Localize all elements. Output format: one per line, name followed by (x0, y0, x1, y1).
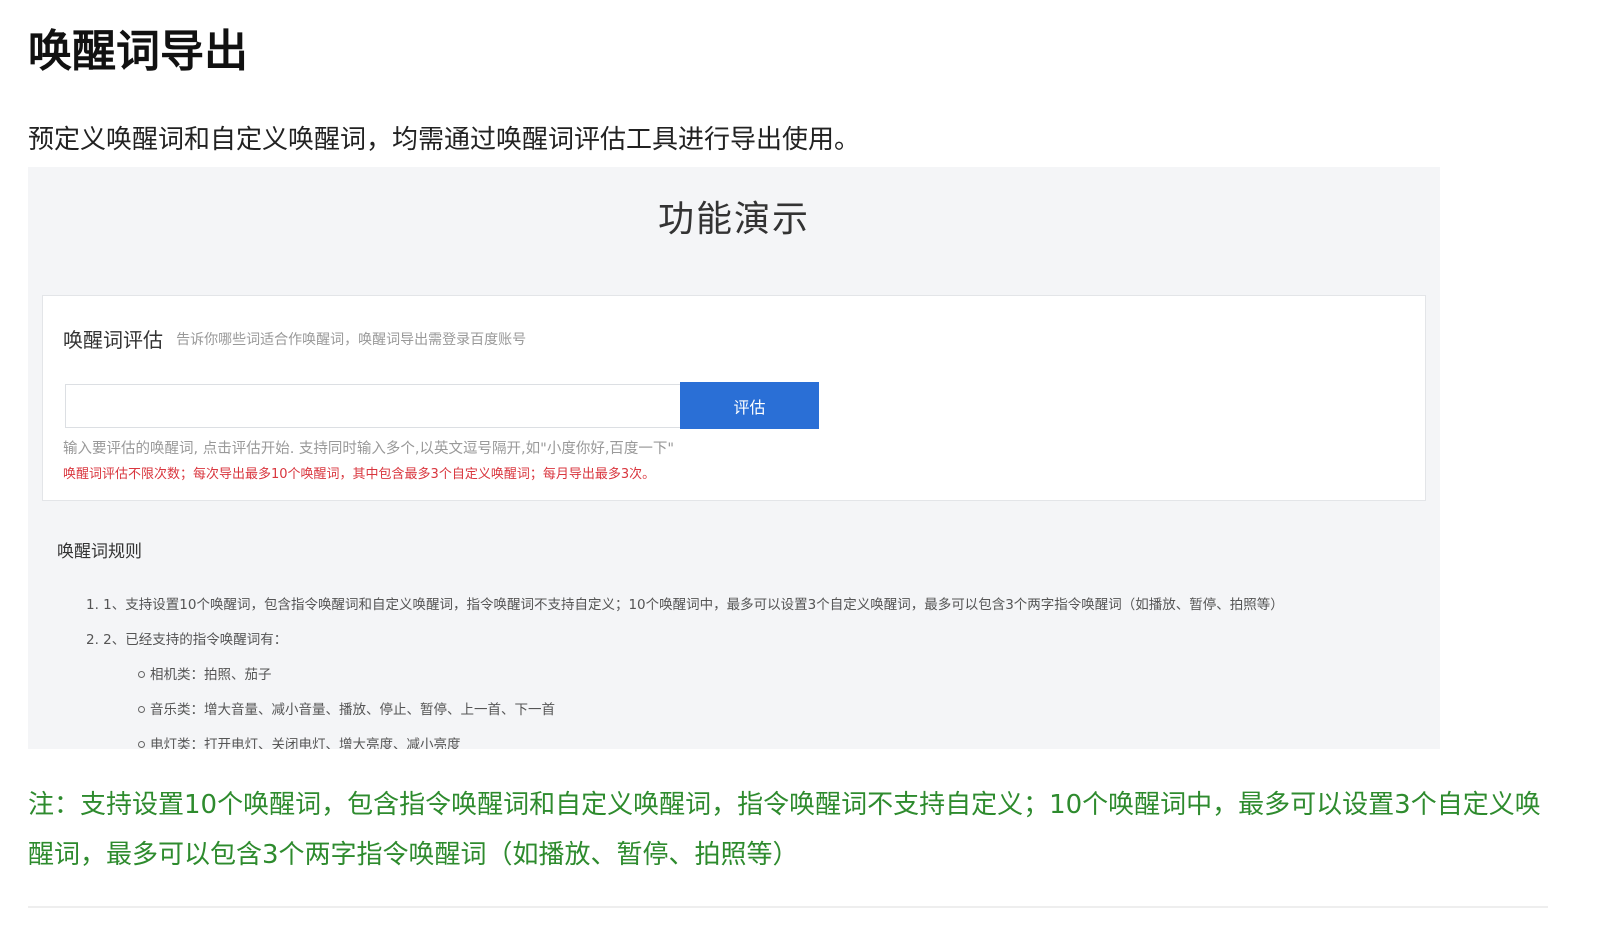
rule-subitem-text: 音乐类：增大音量、减小音量、播放、停止、暂停、上一首、下一首 (150, 702, 555, 718)
demo-title: 功能演示 (657, 199, 810, 240)
circle-bullet-icon (138, 740, 145, 748)
rule-subitem-text: 电灯类：打开电灯、关闭电灯、增大亮度、减小亮度 (150, 737, 461, 749)
circle-bullet-icon (138, 705, 145, 713)
page-title: 唤醒词导出 (28, 26, 248, 77)
rule-item: 2. 2、已经支持的指令唤醒词有： (86, 632, 288, 648)
card-subtitle: 告诉你哪些词适合作唤醒词，唤醒词导出需登录百度账号 (176, 331, 527, 348)
rule-subitem: 相机类：拍照、茄子 (86, 665, 1284, 700)
rules-list: 1. 1、支持设置10个唤醒词，包含指令唤醒词和自定义唤醒词，指令唤醒词不支持自… (86, 595, 1284, 749)
wakeword-input[interactable] (65, 384, 681, 428)
intro-text: 预定义唤醒词和自定义唤醒词，均需通过唤醒词评估工具进行导出使用。 (28, 125, 861, 155)
rule-subitem: 音乐类：增大音量、减小音量、播放、停止、暂停、上一首、下一首 (86, 700, 1284, 735)
note-text: 注：支持设置10个唤醒词，包含指令唤醒词和自定义唤醒词，指令唤醒词不支持自定义；… (28, 790, 1541, 870)
divider (28, 906, 1548, 908)
rule-item: 1. 1、支持设置10个唤醒词，包含指令唤醒词和自定义唤醒词，指令唤醒词不支持自… (86, 597, 1284, 613)
circle-bullet-icon (138, 670, 145, 678)
card-title: 唤醒词评估 (63, 328, 163, 352)
limit-notice: 唤醒词评估不限次数；每次导出最多10个唤醒词，其中包含最多3个自定义唤醒词；每月… (63, 467, 656, 482)
wakeword-eval-card: 唤醒词评估 告诉你哪些词适合作唤醒词，唤醒词导出需登录百度账号 评估 输入要评估… (42, 295, 1426, 501)
card-header: 唤醒词评估 告诉你哪些词适合作唤醒词，唤醒词导出需登录百度账号 (63, 324, 526, 353)
rules-title: 唤醒词规则 (57, 542, 142, 562)
input-hint: 输入要评估的唤醒词, 点击评估开始. 支持同时输入多个,以英文逗号隔开,如"小度… (63, 441, 675, 457)
rule-subitem: 电灯类：打开电灯、关闭电灯、增大亮度、减小亮度 (86, 735, 1284, 749)
demo-screenshot: 功能演示 唤醒词评估 告诉你哪些词适合作唤醒词，唤醒词导出需登录百度账号 评估 … (28, 167, 1440, 749)
evaluate-button[interactable]: 评估 (680, 382, 819, 429)
rule-subitem-text: 相机类：拍照、茄子 (150, 667, 272, 683)
